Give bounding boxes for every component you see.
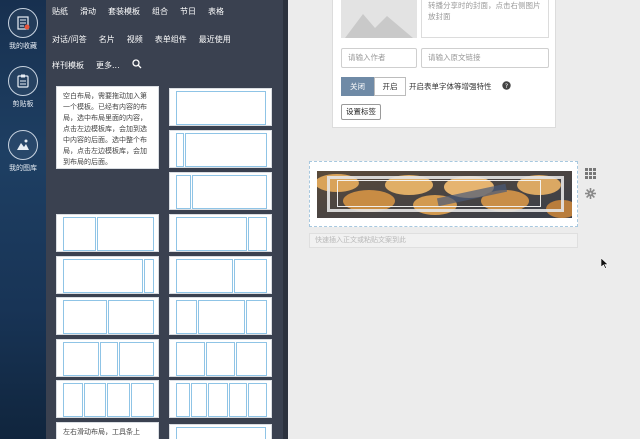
author-input[interactable]: 请输入作者	[341, 48, 417, 68]
category-tabs-row-1: 贴纸 滑动 套装模板 组合 节日 表格	[52, 6, 236, 20]
template-description: 左右滑动布局，工具条上	[63, 428, 140, 436]
rail-item-favorites[interactable]: 我的收藏	[0, 8, 46, 51]
tab-form-components[interactable]: 表单组件	[155, 34, 187, 48]
image-block[interactable]	[309, 161, 578, 227]
layout-template-partial[interactable]	[169, 424, 272, 439]
rail-item-gallery[interactable]: 我的图库	[0, 130, 46, 173]
panel-scrollbar[interactable]	[283, 0, 288, 439]
tab-dialog-qa[interactable]: 对话/问答	[52, 34, 87, 48]
drag-grid-icon[interactable]	[585, 168, 596, 182]
layout-template-three-col-b[interactable]	[169, 297, 272, 335]
rail-label: 我的收藏	[9, 42, 37, 50]
template-description: 空白布局，需要拖动加入第一个模板。已经有内容的布局，选中布局里面的内容，点击左边…	[63, 92, 147, 166]
save-list-icon	[8, 8, 38, 38]
quick-insert-field[interactable]: 快速插入正文或粘贴文案到此	[309, 233, 578, 248]
layout-template-two-col-b[interactable]	[169, 256, 272, 294]
tab-kit-templates[interactable]: 套装模板	[108, 6, 140, 20]
layout-template-five-col[interactable]	[169, 380, 272, 418]
toggle-on-button[interactable]: 开启	[374, 77, 406, 96]
tab-recent[interactable]: 最近使用	[199, 34, 231, 48]
rail-label: 剪贴板	[12, 100, 34, 108]
layout-template-narrow-wide-2[interactable]	[169, 172, 272, 210]
article-settings-card: 转播分享时的封面，点击右侧图片放封面 请输入作者 请输入原文链接 关闭 开启 开…	[332, 0, 556, 128]
category-tabs-row-2: 对话/问答 名片 视频 表单组件 最近使用	[52, 34, 243, 48]
toggle-off-button[interactable]: 关闭	[341, 77, 374, 96]
layout-template-three-col[interactable]	[56, 339, 159, 377]
cover-hint: 转播分享时的封面，点击右侧图片放封面	[421, 0, 549, 38]
tab-magazine-templates[interactable]: 样刊模板	[52, 60, 84, 74]
tab-video[interactable]: 视频	[127, 34, 143, 48]
layout-template-single[interactable]	[169, 88, 272, 126]
gallery-icon	[8, 130, 38, 160]
layout-template-slide[interactable]: 左右滑动布局，工具条上	[56, 422, 159, 439]
layout-template-wide-small[interactable]	[169, 214, 272, 252]
enhance-label: 开启表单字体等增强特性	[409, 82, 492, 91]
layout-template-narrow-wide[interactable]	[169, 130, 272, 168]
tab-more[interactable]: 更多...	[96, 60, 120, 74]
tab-holidays[interactable]: 节日	[180, 6, 196, 20]
set-tags-button[interactable]: 设置标签	[341, 104, 381, 120]
cover-image-placeholder[interactable]	[341, 0, 417, 38]
tab-stickers[interactable]: 贴纸	[52, 6, 68, 20]
tab-slide[interactable]: 滑动	[80, 6, 96, 20]
layout-template-three-col-c[interactable]	[169, 339, 272, 377]
category-tabs-row-3: 样刊模板 更多...	[52, 59, 142, 74]
template-panel: 贴纸 滑动 套装模板 组合 节日 表格 对话/问答 名片 视频 表单组件 最近使…	[46, 0, 283, 439]
left-sidebar: 我的收藏 剪贴板 我的图库	[0, 0, 46, 439]
search-icon[interactable]	[131, 59, 142, 74]
gear-icon[interactable]	[585, 188, 596, 202]
source-url-input[interactable]: 请输入原文链接	[421, 48, 549, 68]
layout-template-blank[interactable]: 空白布局，需要拖动加入第一个模板。已经有内容的布局，选中布局里面的内容，点击左边…	[56, 86, 159, 169]
mouse-cursor-icon	[600, 257, 609, 272]
rail-item-clipboard[interactable]: 剪贴板	[0, 66, 46, 109]
tab-tables[interactable]: 表格	[208, 6, 224, 20]
rail-label: 我的图库	[9, 164, 37, 172]
layout-template-two-col[interactable]	[56, 214, 159, 252]
layout-template-wide-narrow[interactable]	[56, 256, 159, 294]
clipboard-icon	[8, 66, 38, 96]
layout-template-halves[interactable]	[56, 297, 159, 335]
layout-template-four-col[interactable]	[56, 380, 159, 418]
tab-combos[interactable]: 组合	[152, 6, 168, 20]
content-photo	[317, 171, 572, 218]
question-circle-icon[interactable]: ?	[502, 81, 511, 93]
svg-text:?: ?	[505, 82, 508, 90]
tab-business-card[interactable]: 名片	[99, 34, 115, 48]
